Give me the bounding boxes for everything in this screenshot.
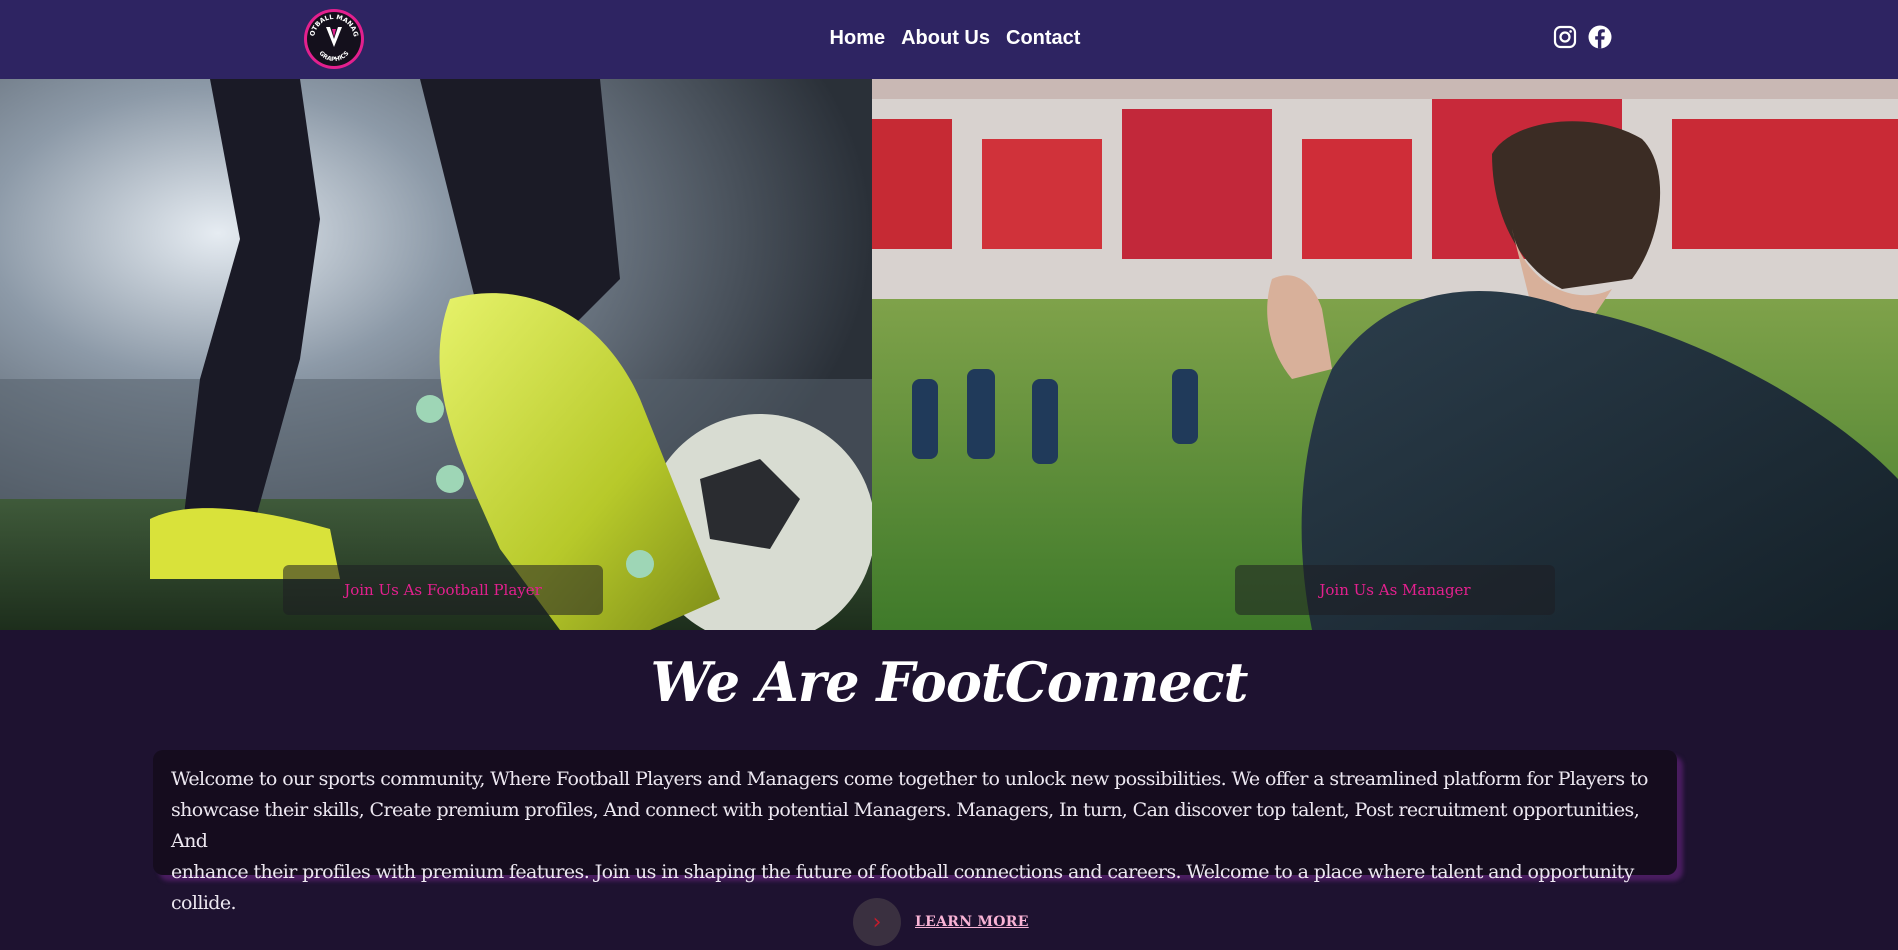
about-text-line: Welcome to our sports community, Where F… [171,768,1648,790]
learn-more-link[interactable]: › LEARN MORE [853,898,1029,946]
chevron-right-icon[interactable]: › [853,898,901,946]
hero-section: Join Us As Football Player Join Us As Ma… [0,79,1898,630]
about-card: Welcome to our sports community, Where F… [153,750,1677,914]
football-player-image [0,79,872,630]
instagram-icon[interactable] [1553,25,1577,49]
nav-about-link[interactable]: About Us [901,27,990,50]
join-manager-button[interactable]: Join Us As Manager [1235,565,1555,615]
nav-contact-link[interactable]: Contact [1006,27,1080,50]
learn-more-label[interactable]: LEARN MORE [915,914,1029,930]
manager-panel[interactable]: Join Us As Manager [872,79,1898,630]
about-title: We Are FootConnect [650,650,1249,714]
about-text-line: showcase their skills, Create premium pr… [171,799,1640,852]
player-panel[interactable]: Join Us As Football Player [0,79,872,630]
navbar: FOOTBALL MANAGER GRAPHICS Home About Us … [0,0,1898,79]
main-nav: Home About Us Contact [0,0,1898,76]
nav-home-link[interactable]: Home [830,27,886,50]
about-text: Welcome to our sports community, Where F… [171,764,1659,919]
join-player-button[interactable]: Join Us As Football Player [283,565,603,615]
facebook-icon[interactable] [1588,25,1612,49]
manager-image [872,79,1898,630]
